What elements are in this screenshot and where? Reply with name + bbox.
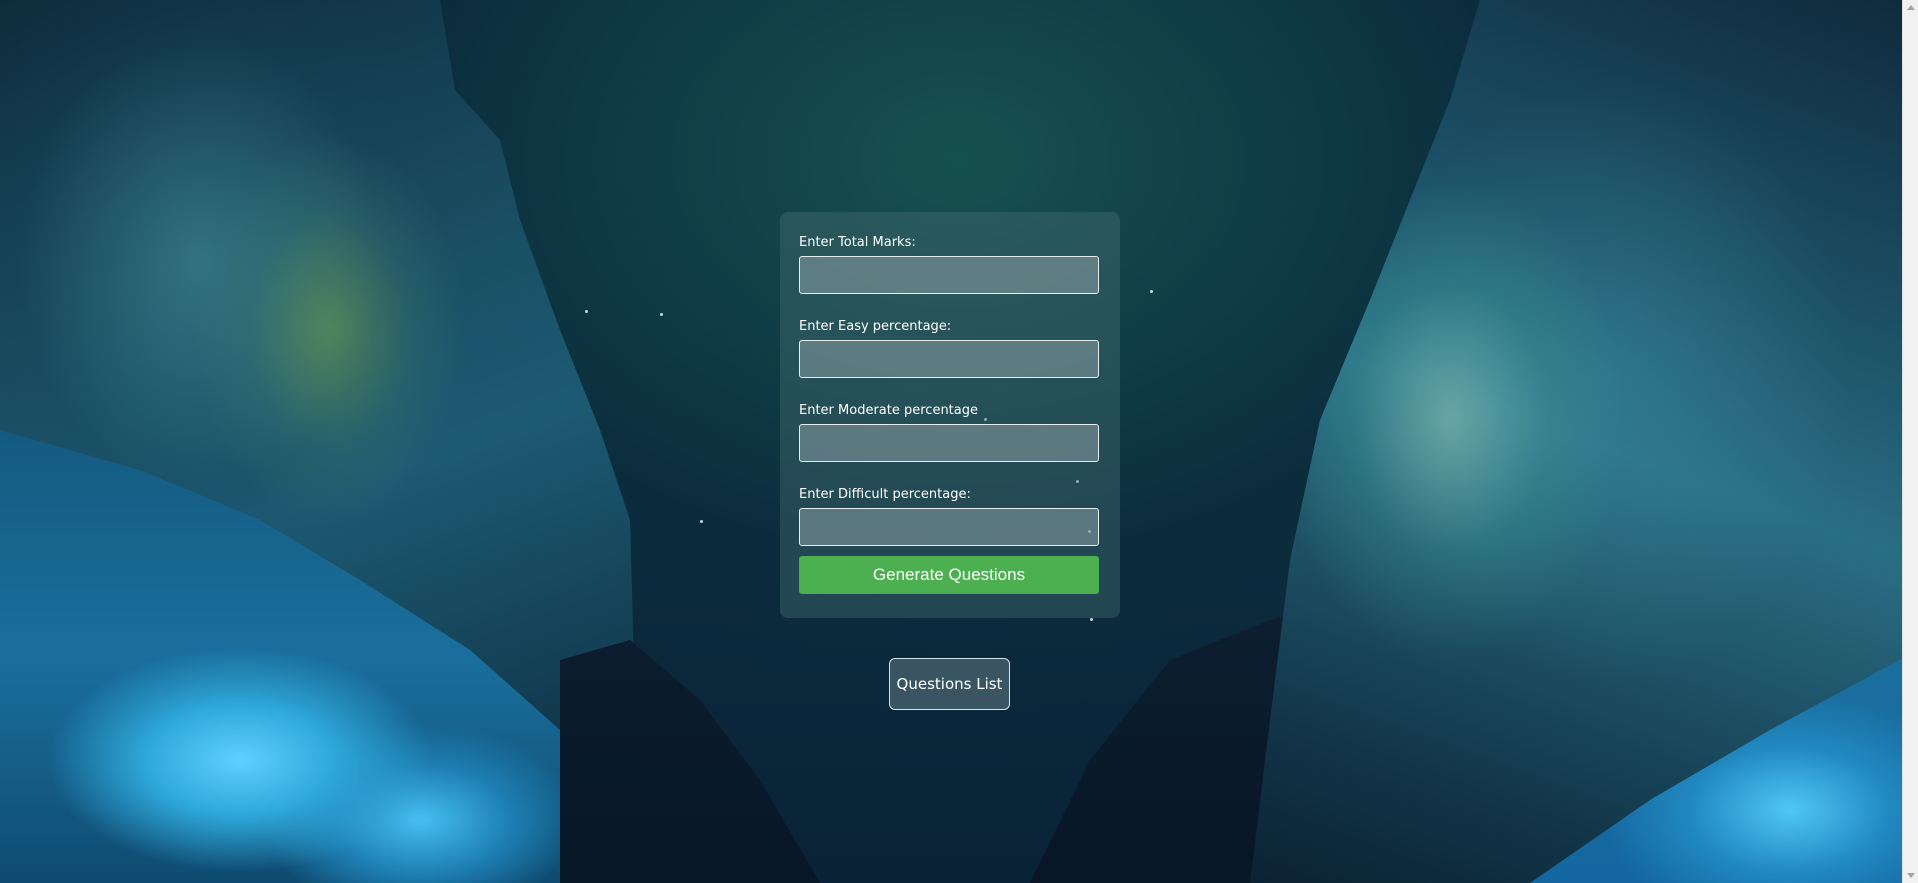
total-marks-label: Enter Total Marks:: [799, 235, 916, 250]
scroll-down-arrow-icon[interactable]: [1907, 873, 1915, 878]
star: [585, 310, 588, 313]
moderate-percentage-input[interactable]: [799, 424, 1099, 462]
easy-percentage-label: Enter Easy percentage:: [799, 319, 952, 334]
left-shadow-rock: [560, 640, 820, 883]
star: [700, 520, 703, 523]
question-generator-form: Enter Total Marks: Enter Easy percentage…: [780, 212, 1120, 618]
page: Enter Total Marks: Enter Easy percentage…: [0, 0, 1918, 883]
total-marks-input[interactable]: [799, 256, 1099, 294]
difficult-percentage-input[interactable]: [799, 508, 1099, 546]
questions-list-button[interactable]: Questions List: [889, 658, 1010, 710]
difficult-percentage-label: Enter Difficult percentage:: [799, 487, 971, 502]
star: [1150, 290, 1153, 293]
generate-questions-button[interactable]: Generate Questions: [799, 556, 1099, 594]
star: [1090, 618, 1093, 621]
vertical-scrollbar[interactable]: [1902, 0, 1918, 883]
easy-percentage-input[interactable]: [799, 340, 1099, 378]
star: [660, 313, 663, 316]
moderate-percentage-label: Enter Moderate percentage: [799, 403, 978, 418]
scroll-up-arrow-icon[interactable]: [1907, 5, 1915, 10]
